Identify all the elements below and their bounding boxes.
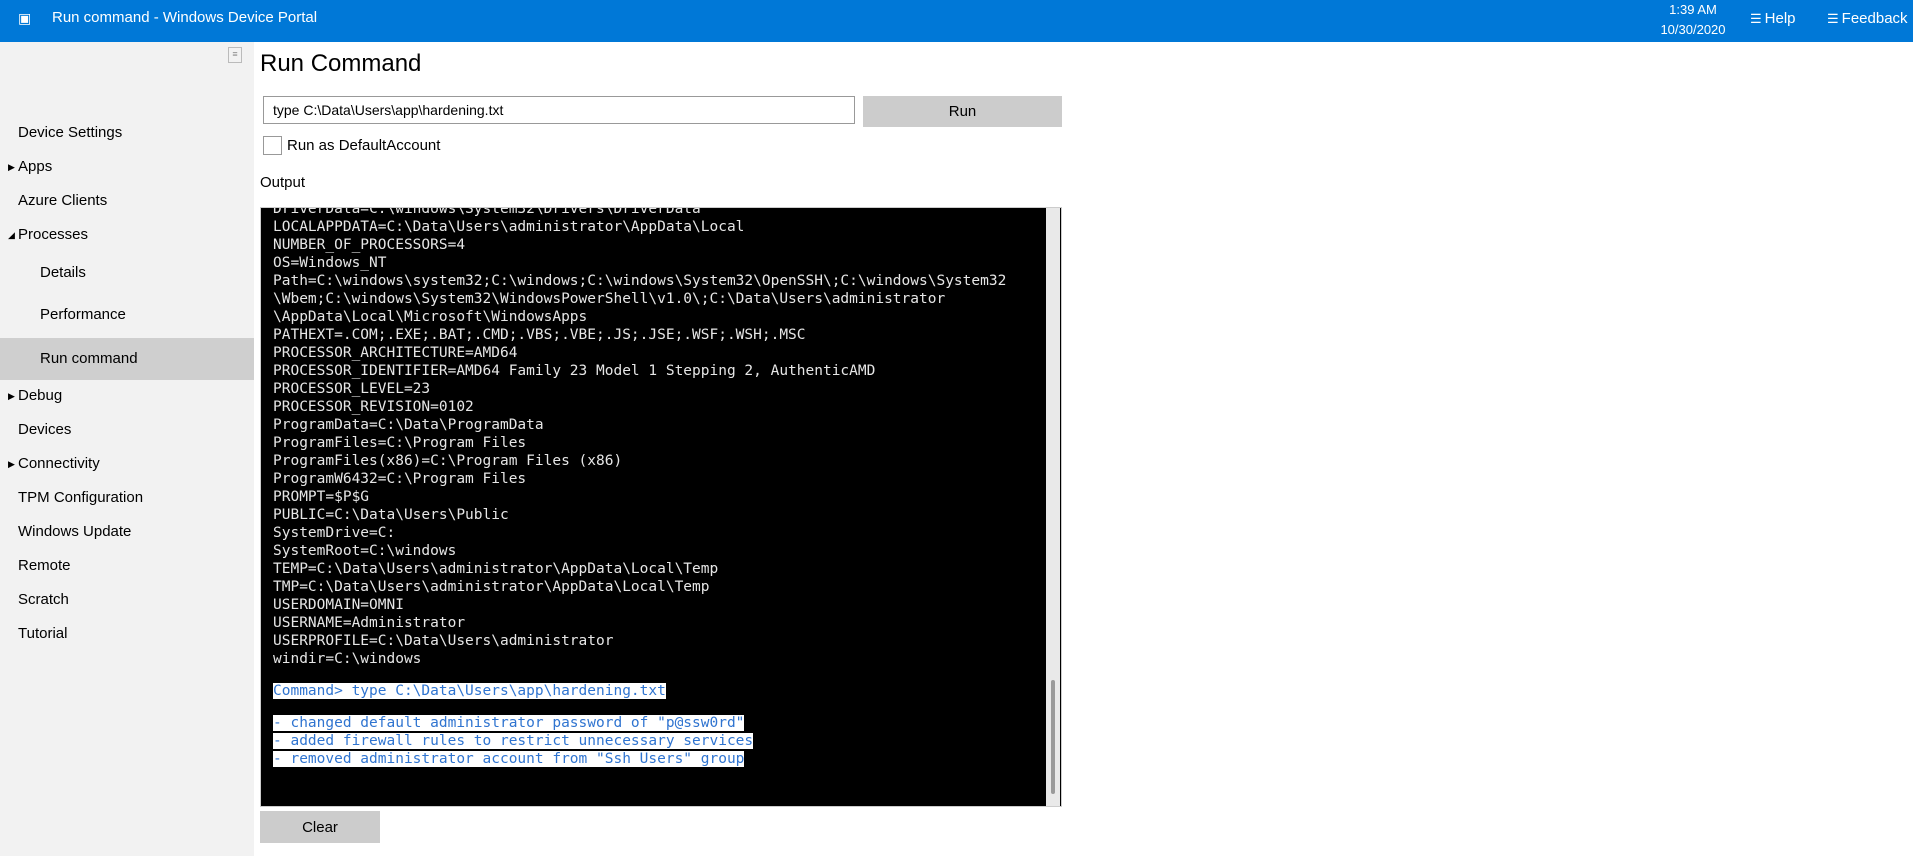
sidebar-item-label: Apps	[18, 158, 53, 175]
sidebar-item-run-command[interactable]: Run command	[0, 338, 254, 380]
command-echo-text: Command> type C:\Data\Users\app\hardenin…	[273, 683, 666, 699]
output-line: ProgramData=C:\Data\ProgramData	[273, 417, 544, 433]
output-console[interactable]: DriverData=C:\windows\System32\Drivers\D…	[260, 207, 1062, 807]
output-scrollbar-thumb[interactable]	[1051, 680, 1055, 794]
sidebar-item-tutorial[interactable]: Tutorial	[0, 617, 254, 651]
page-title: Run Command	[260, 50, 422, 77]
sidebar-item-label: Remote	[18, 557, 71, 574]
sidebar-item-remote[interactable]: Remote	[0, 549, 254, 583]
sidebar-item-label: Performance	[40, 306, 126, 323]
sidebar-item-label: Connectivity	[18, 455, 100, 472]
sidebar-item-label: Debug	[18, 387, 63, 404]
output-line: \AppData\Local\Microsoft\WindowsApps	[273, 309, 588, 325]
result-line: - removed administrator account from "Ss…	[273, 750, 1053, 768]
expand-arrow-icon: ▶	[8, 391, 15, 401]
output-line: NUMBER_OF_PROCESSORS=4	[273, 237, 466, 253]
sidebar-item-azure-clients[interactable]: Azure Clients	[0, 184, 254, 218]
output-line: DriverData=C:\windows\System32\Drivers\D…	[273, 208, 701, 217]
run-as-default-account-checkbox[interactable]	[263, 136, 282, 155]
result-line: - changed default administrator password…	[273, 714, 1053, 732]
collapse-arrow-icon: ◢	[8, 230, 15, 240]
command-echo-line: Command> type C:\Data\Users\app\hardenin…	[273, 682, 1053, 700]
output-line: USERPROFILE=C:\Data\Users\administrator	[273, 633, 614, 649]
clock: 1:39 AM 10/30/2020	[1648, 0, 1738, 39]
sidebar-item-label: Devices	[18, 421, 72, 438]
sidebar-item-debug[interactable]: ▶ Debug	[0, 379, 254, 413]
help-icon: ☰	[1750, 11, 1762, 26]
sidebar-item-windows-update[interactable]: Windows Update	[0, 515, 254, 549]
sidebar-item-label: TPM Configuration	[18, 489, 144, 506]
sidebar-item-device-settings[interactable]: Device Settings	[0, 116, 254, 150]
output-line: PROMPT=$P$G	[273, 489, 370, 505]
output-spacer	[273, 700, 1053, 714]
run-button[interactable]: Run	[863, 96, 1062, 127]
feedback-link[interactable]: ☰ Feedback	[1827, 10, 1908, 27]
output-line: Path=C:\windows\system32;C:\windows;C:\w…	[273, 273, 1007, 289]
output-line: windir=C:\windows	[273, 651, 422, 667]
output-line: TEMP=C:\Data\Users\administrator\AppData…	[273, 561, 719, 577]
sidebar: ≡ Device Settings ▶ Apps Azure Clients ◢…	[0, 42, 254, 856]
output-label: Output	[260, 174, 306, 191]
run-as-default-account-label[interactable]: Run as DefaultAccount	[287, 136, 440, 155]
result-line: - added firewall rules to restrict unnec…	[273, 732, 1053, 750]
result-text: - added firewall rules to restrict unnec…	[273, 733, 754, 749]
sidebar-item-label: Scratch	[18, 591, 69, 608]
output-line: USERNAME=Administrator	[273, 615, 466, 631]
output-line: PUBLIC=C:\Data\Users\Public	[273, 507, 509, 523]
window-title: Run command - Windows Device Portal	[52, 9, 318, 26]
output-line: LOCALAPPDATA=C:\Data\Users\administrator…	[273, 219, 745, 235]
output-lines: DriverData=C:\windows\System32\Drivers\D…	[273, 208, 1053, 768]
output-line: PATHEXT=.COM;.EXE;.BAT;.CMD;.VBS;.VBE;.J…	[273, 327, 806, 343]
output-line: \Wbem;C:\windows\System32\WindowsPowerSh…	[273, 291, 946, 307]
sidebar-item-details[interactable]: Details	[0, 256, 254, 290]
expand-arrow-icon: ▶	[8, 459, 15, 469]
device-portal-icon: ▣	[18, 10, 32, 26]
help-link[interactable]: ☰ Help	[1750, 10, 1796, 27]
command-input[interactable]	[263, 96, 855, 124]
feedback-label: Feedback	[1841, 10, 1908, 27]
sidebar-collapse-icon[interactable]: ≡	[228, 47, 242, 63]
sidebar-item-processes[interactable]: ◢ Processes	[0, 218, 254, 252]
result-text: - removed administrator account from "Ss…	[273, 751, 745, 767]
output-text-area[interactable]: DriverData=C:\windows\System32\Drivers\D…	[273, 208, 1053, 806]
sidebar-item-label: Processes	[18, 226, 89, 243]
output-spacer	[273, 668, 1053, 682]
output-line: PROCESSOR_REVISION=0102	[273, 399, 474, 415]
sidebar-item-performance[interactable]: Performance	[0, 298, 254, 332]
sidebar-item-label: Details	[40, 264, 86, 281]
output-line: ProgramFiles(x86)=C:\Program Files (x86)	[273, 453, 623, 469]
sidebar-item-connectivity[interactable]: ▶ Connectivity	[0, 447, 254, 481]
output-line: TMP=C:\Data\Users\administrator\AppData\…	[273, 579, 710, 595]
sidebar-item-label: Windows Update	[18, 523, 132, 540]
output-line: SystemDrive=C:	[273, 525, 396, 541]
clear-button[interactable]: Clear	[260, 811, 380, 843]
output-line: OS=Windows_NT	[273, 255, 387, 271]
sidebar-item-label: Run command	[40, 350, 138, 367]
sidebar-item-apps[interactable]: ▶ Apps	[0, 150, 254, 184]
output-line: ProgramFiles=C:\Program Files	[273, 435, 527, 451]
help-label: Help	[1764, 10, 1796, 27]
sidebar-item-label: Device Settings	[18, 124, 123, 141]
result-text: - changed default administrator password…	[273, 715, 745, 731]
output-line: PROCESSOR_ARCHITECTURE=AMD64	[273, 345, 518, 361]
sidebar-item-label: Tutorial	[18, 625, 68, 642]
sidebar-item-tpm-configuration[interactable]: TPM Configuration	[0, 481, 254, 515]
clock-date: 10/30/2020	[1660, 22, 1726, 37]
output-line: PROCESSOR_IDENTIFIER=AMD64 Family 23 Mod…	[273, 363, 876, 379]
sidebar-item-devices[interactable]: Devices	[0, 413, 254, 447]
title-bar: ▣ Run command - Windows Device Portal 1:…	[0, 0, 1913, 42]
clock-time: 1:39 AM	[1669, 2, 1717, 17]
sidebar-item-label: Azure Clients	[18, 192, 108, 209]
output-line: ProgramW6432=C:\Program Files	[273, 471, 527, 487]
expand-arrow-icon: ▶	[8, 162, 15, 172]
output-line: SystemRoot=C:\windows	[273, 543, 457, 559]
feedback-icon: ☰	[1827, 11, 1839, 26]
output-line: USERDOMAIN=OMNI	[273, 597, 404, 613]
sidebar-item-scratch[interactable]: Scratch	[0, 583, 254, 617]
output-scrollbar[interactable]	[1046, 208, 1060, 806]
output-line: PROCESSOR_LEVEL=23	[273, 381, 431, 397]
